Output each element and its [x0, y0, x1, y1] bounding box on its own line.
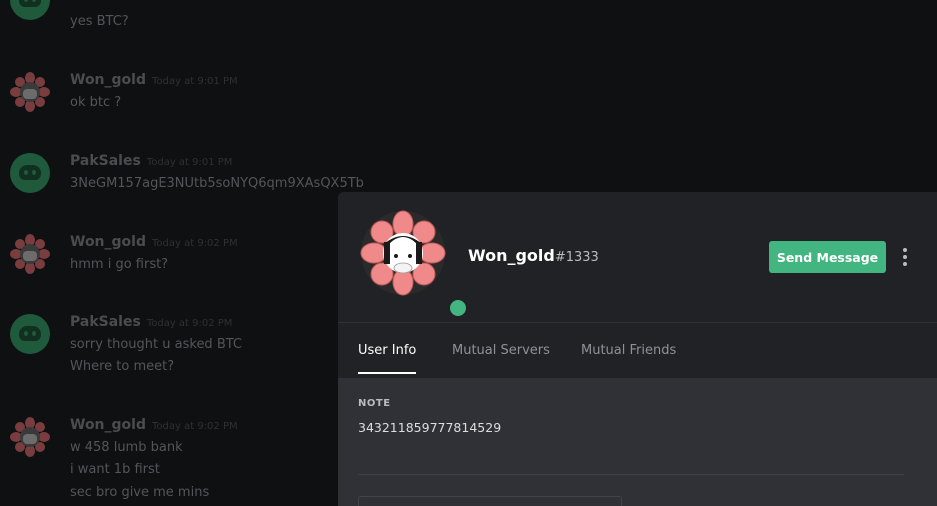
message-timestamp: Today at 9:02 PM — [152, 421, 238, 432]
profile-header: Won_gold#1333 Send Message — [338, 192, 937, 322]
message-timestamp: Today at 9:02 PM — [146, 318, 233, 329]
message-author[interactable]: PakSales Today at 9:02 PM — [70, 314, 232, 330]
avatar — [10, 417, 50, 457]
message-line: w 458 lumb bank — [70, 440, 183, 455]
user-profile-modal: Won_gold#1333 Send Message User Info Mut… — [338, 192, 937, 506]
online-status-icon — [446, 296, 470, 320]
connection-box — [358, 496, 622, 506]
tab-mutual-servers[interactable]: Mutual Servers — [452, 343, 550, 374]
message-line: sorry thought u asked BTC — [70, 337, 242, 352]
discord-avatar-icon — [10, 153, 50, 193]
tab-mutual-friends[interactable]: Mutual Friends — [581, 343, 676, 374]
note-field[interactable]: 343211859777814529 — [358, 420, 501, 435]
message-author[interactable]: PakSales Today at 9:01 PM — [70, 153, 232, 169]
message-line: Where to meet? — [70, 359, 175, 374]
user-info-panel: NOTE 343211859777814529 — [338, 378, 937, 506]
message-line: 3NeGM157agE3NUtb5soNYQ6qm9XAsQX5Tb — [70, 176, 364, 191]
divider — [358, 474, 904, 475]
profile-username: Won_gold#1333 — [468, 246, 599, 265]
message-line: sec bro give me mins — [70, 485, 210, 500]
message-timestamp: Today at 9:02 PM — [152, 238, 238, 249]
discord-avatar-icon — [10, 314, 50, 354]
avatar — [10, 234, 50, 274]
avatar — [10, 72, 50, 112]
message-line: ok btc ? — [70, 95, 122, 110]
message-author[interactable]: Won_gold Today at 9:02 PM — [70, 234, 238, 250]
more-vertical-icon[interactable] — [898, 244, 912, 270]
discord-avatar-icon — [10, 0, 50, 20]
note-label: NOTE — [358, 398, 391, 409]
message-timestamp: Today at 9:01 PM — [152, 76, 238, 87]
send-message-button[interactable]: Send Message — [769, 241, 886, 273]
profile-discriminator: #1333 — [554, 250, 599, 265]
message-line: i want 1b first — [70, 462, 160, 477]
profile-tabs: User Info Mutual Servers Mutual Friends — [338, 322, 937, 379]
message-timestamp: Today at 9:01 PM — [146, 157, 233, 168]
profile-avatar — [360, 210, 470, 320]
tab-user-info[interactable]: User Info — [358, 343, 417, 374]
message-line: hmm i go first? — [70, 257, 169, 272]
message-line: yes BTC? — [70, 14, 129, 29]
message-author[interactable]: Won_gold Today at 9:02 PM — [70, 417, 238, 433]
message-author[interactable]: Won_gold Today at 9:01 PM — [70, 72, 238, 88]
